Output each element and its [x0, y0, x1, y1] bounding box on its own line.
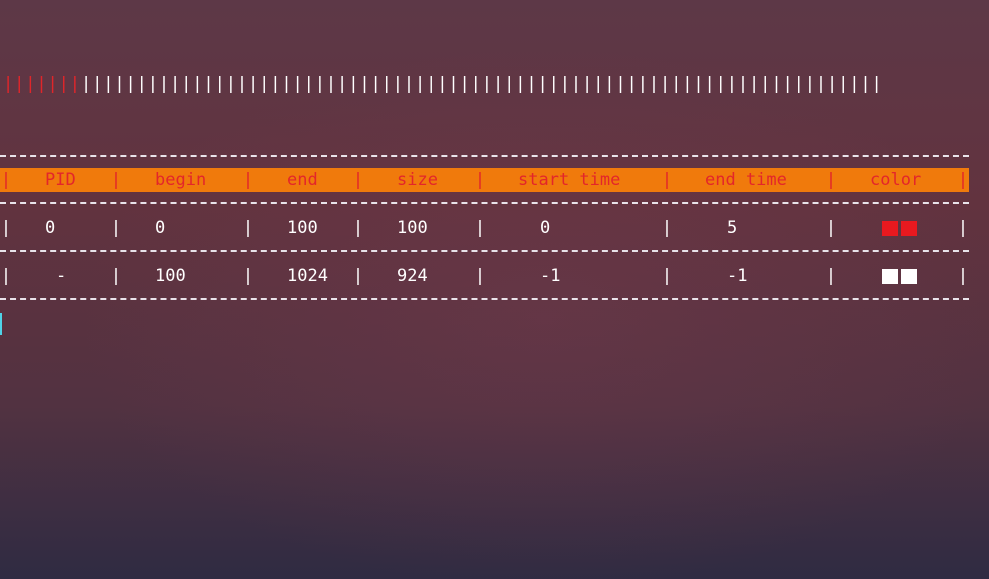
header-pid: PID	[45, 170, 76, 190]
table-row: | - | 100 | 1024 | 924 | -1 | -1 | |	[0, 264, 969, 288]
column-separator: |	[661, 170, 673, 190]
header-begin: begin	[155, 170, 207, 190]
table-rule-top	[0, 155, 969, 157]
column-separator: |	[352, 266, 364, 286]
column-separator: |	[957, 218, 969, 238]
header-end-time: end time	[705, 170, 787, 190]
cell-end: 100	[287, 218, 318, 238]
terminal-window[interactable]: ||||||||||||||||||||||||||||||||||||||||…	[0, 0, 989, 579]
column-separator: |	[0, 170, 12, 190]
column-separator: |	[957, 170, 969, 190]
header-size: size	[397, 170, 438, 190]
cell-end: 1024	[287, 266, 328, 286]
column-separator: |	[474, 170, 486, 190]
memory-usage-bar: ||||||||||||||||||||||||||||||||||||||||…	[3, 72, 883, 96]
cell-pid: -	[56, 266, 67, 286]
table-rule	[0, 250, 969, 252]
table-rule-bottom	[0, 298, 969, 300]
column-separator: |	[0, 218, 12, 238]
color-swatch	[882, 221, 898, 236]
column-separator: |	[661, 266, 673, 286]
column-separator: |	[661, 218, 673, 238]
table-header-row: | PID | begin | end | size | start time …	[0, 168, 969, 192]
cell-size: 924	[397, 266, 428, 286]
table-row: | 0 | 0 | 100 | 100 | 0 | 5 | |	[0, 216, 969, 240]
column-separator: |	[242, 218, 254, 238]
column-separator: |	[110, 218, 122, 238]
column-separator: |	[825, 266, 837, 286]
cell-pid: 0	[45, 218, 56, 238]
column-separator: |	[825, 218, 837, 238]
header-end: end	[287, 170, 318, 190]
header-color: color	[870, 170, 922, 190]
column-separator: |	[352, 218, 364, 238]
cell-begin: 100	[155, 266, 186, 286]
column-separator: |	[242, 170, 254, 190]
memory-used-segment: |||||||	[3, 74, 81, 94]
memory-free-segment: ||||||||||||||||||||||||||||||||||||||||…	[80, 74, 883, 94]
column-separator: |	[0, 266, 12, 286]
color-swatch	[901, 269, 917, 284]
cell-size: 100	[397, 218, 428, 238]
header-start-time: start time	[518, 170, 621, 190]
text-cursor	[0, 313, 2, 335]
column-separator: |	[242, 266, 254, 286]
color-swatch	[901, 221, 917, 236]
column-separator: |	[352, 170, 364, 190]
column-separator: |	[825, 170, 837, 190]
column-separator: |	[957, 266, 969, 286]
column-separator: |	[474, 266, 486, 286]
cell-end-time: 5	[727, 218, 738, 238]
cell-start-time: 0	[540, 218, 551, 238]
cell-begin: 0	[155, 218, 166, 238]
table-rule	[0, 202, 969, 204]
color-swatch	[882, 269, 898, 284]
column-separator: |	[110, 266, 122, 286]
column-separator: |	[110, 170, 122, 190]
column-separator: |	[474, 218, 486, 238]
cell-start-time: -1	[540, 266, 561, 286]
cell-end-time: -1	[727, 266, 748, 286]
